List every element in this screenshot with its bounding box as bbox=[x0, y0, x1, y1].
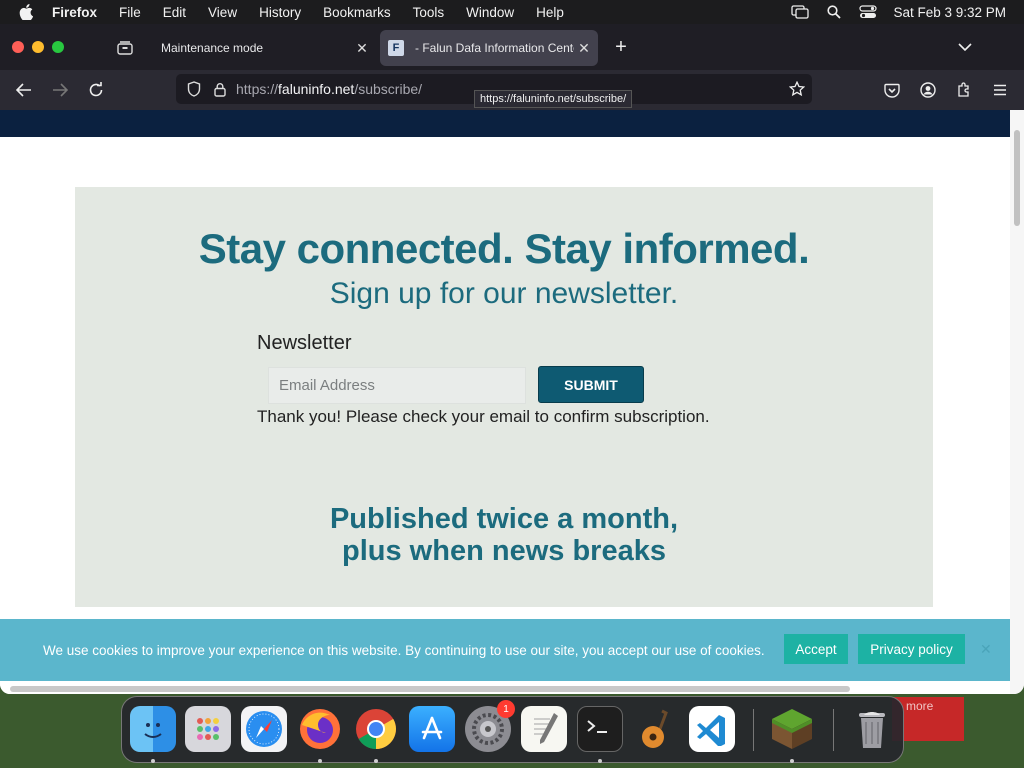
publishing-line-2: plus when news breaks bbox=[342, 535, 666, 567]
publishing-frequency-heading: Published twice a month, plus when news … bbox=[75, 503, 933, 567]
safari-icon[interactable] bbox=[241, 706, 287, 752]
site-header bbox=[0, 110, 1010, 137]
new-tab-button[interactable]: + bbox=[610, 36, 632, 58]
control-center-icon[interactable] bbox=[851, 5, 885, 19]
menu-window[interactable]: Window bbox=[466, 5, 514, 20]
window-controls bbox=[12, 41, 64, 53]
app-store-icon[interactable] bbox=[409, 706, 455, 752]
back-icon[interactable] bbox=[12, 78, 36, 102]
spotlight-search-icon[interactable] bbox=[817, 5, 851, 19]
running-indicator bbox=[318, 759, 322, 763]
bookmark-star-icon[interactable] bbox=[782, 81, 812, 97]
tab-title: - Falun Dafa Information Cente bbox=[415, 41, 574, 55]
close-tab-icon[interactable]: ✕ bbox=[574, 40, 594, 57]
macos-menu-bar: Firefox File Edit View History Bookmarks… bbox=[0, 0, 1024, 24]
account-icon[interactable] bbox=[916, 78, 940, 102]
tracking-protection-icon[interactable] bbox=[184, 81, 204, 97]
publishing-line-1: Published twice a month, bbox=[329, 503, 679, 535]
tab-strip: Maintenance mode ✕ F - Falun Dafa Inform… bbox=[0, 24, 1024, 70]
trash-icon[interactable] bbox=[849, 706, 895, 752]
firefox-view-icon[interactable] bbox=[112, 36, 138, 60]
url-host: faluninfo.net bbox=[278, 81, 355, 97]
newsletter-signup-panel: Stay connected. Stay informed. Sign up f… bbox=[75, 187, 933, 607]
horizontal-scrollbar[interactable] bbox=[0, 684, 1010, 694]
menu-tools[interactable]: Tools bbox=[413, 5, 445, 20]
screen-mirroring-icon[interactable] bbox=[783, 5, 817, 19]
url-scheme: https:// bbox=[236, 81, 279, 97]
tab-title: Maintenance mode bbox=[161, 41, 264, 55]
menu-help[interactable]: Help bbox=[536, 5, 564, 20]
close-window-button[interactable] bbox=[12, 41, 24, 53]
site-favicon: F bbox=[388, 40, 404, 56]
page-headline: Stay connected. Stay informed. bbox=[198, 225, 810, 272]
running-indicator bbox=[374, 759, 378, 763]
web-page-content: Stay connected. Stay informed. Sign up f… bbox=[0, 110, 1010, 694]
menu-bookmarks[interactable]: Bookmarks bbox=[323, 5, 391, 20]
finder-icon[interactable] bbox=[130, 706, 176, 752]
lock-icon[interactable] bbox=[210, 82, 230, 97]
running-indicator bbox=[598, 759, 602, 763]
vertical-scroll-thumb[interactable] bbox=[1014, 130, 1020, 226]
system-settings-icon[interactable]: 1 bbox=[465, 700, 515, 752]
chrome-icon[interactable] bbox=[353, 706, 399, 752]
running-indicator bbox=[790, 759, 794, 763]
dock: 1 bbox=[121, 696, 904, 763]
running-indicator bbox=[151, 759, 155, 763]
accept-cookies-button[interactable]: Accept bbox=[784, 634, 848, 664]
privacy-policy-button[interactable]: Privacy policy bbox=[858, 634, 965, 664]
menu-file[interactable]: File bbox=[119, 5, 141, 20]
reload-icon[interactable] bbox=[84, 78, 108, 102]
list-all-tabs-icon[interactable] bbox=[954, 36, 976, 58]
email-field[interactable] bbox=[268, 367, 526, 404]
firefox-window: Maintenance mode ✕ F - Falun Dafa Inform… bbox=[0, 24, 1024, 694]
pocket-icon[interactable] bbox=[880, 78, 904, 102]
cookie-consent-banner: We use cookies to improve your experienc… bbox=[0, 619, 1010, 681]
close-banner-icon[interactable]: ✕ bbox=[980, 641, 996, 657]
cookie-notice-text: We use cookies to improve your experienc… bbox=[43, 642, 765, 658]
horizontal-scroll-thumb[interactable] bbox=[10, 686, 850, 692]
confirmation-message: Thank you! Please check your email to co… bbox=[257, 407, 710, 426]
desktop-widget-text: more bbox=[906, 699, 934, 713]
zoom-window-button[interactable] bbox=[52, 41, 64, 53]
forward-icon[interactable] bbox=[48, 78, 72, 102]
firefox-icon[interactable] bbox=[297, 706, 343, 752]
vscode-icon[interactable] bbox=[689, 706, 735, 752]
apple-menu-icon[interactable] bbox=[0, 4, 52, 20]
newsletter-label: Newsletter bbox=[257, 332, 352, 354]
menu-view[interactable]: View bbox=[208, 5, 237, 20]
close-tab-icon[interactable]: ✕ bbox=[352, 40, 372, 57]
tab-falun-dafa[interactable]: F - Falun Dafa Information Cente ✕ bbox=[380, 30, 598, 66]
textedit-icon[interactable] bbox=[521, 706, 567, 752]
vertical-scrollbar[interactable] bbox=[1010, 110, 1024, 694]
garageband-icon[interactable] bbox=[633, 706, 679, 752]
menu-bar-clock[interactable]: Sat Feb 3 9:32 PM bbox=[893, 5, 1006, 20]
minimize-window-button[interactable] bbox=[32, 41, 44, 53]
app-menu-firefox[interactable]: Firefox bbox=[52, 5, 97, 20]
menu-edit[interactable]: Edit bbox=[163, 5, 186, 20]
terminal-icon[interactable] bbox=[577, 706, 623, 752]
extensions-icon[interactable] bbox=[952, 78, 976, 102]
dock-separator bbox=[753, 709, 754, 751]
dock-separator bbox=[833, 709, 834, 751]
notification-badge: 1 bbox=[497, 700, 515, 718]
launchpad-icon[interactable] bbox=[185, 706, 231, 752]
submit-button[interactable]: SUBMIT bbox=[538, 366, 644, 403]
tab-maintenance-mode[interactable]: Maintenance mode ✕ bbox=[150, 30, 376, 66]
minecraft-icon[interactable] bbox=[769, 706, 815, 752]
menu-history[interactable]: History bbox=[259, 5, 301, 20]
tab-url-tooltip: https://faluninfo.net/subscribe/ bbox=[474, 90, 633, 108]
page-subheadline: Sign up for our newsletter. bbox=[329, 277, 679, 310]
url-path: /subscribe/ bbox=[354, 81, 423, 97]
app-menu-hamburger-icon[interactable] bbox=[988, 78, 1012, 102]
